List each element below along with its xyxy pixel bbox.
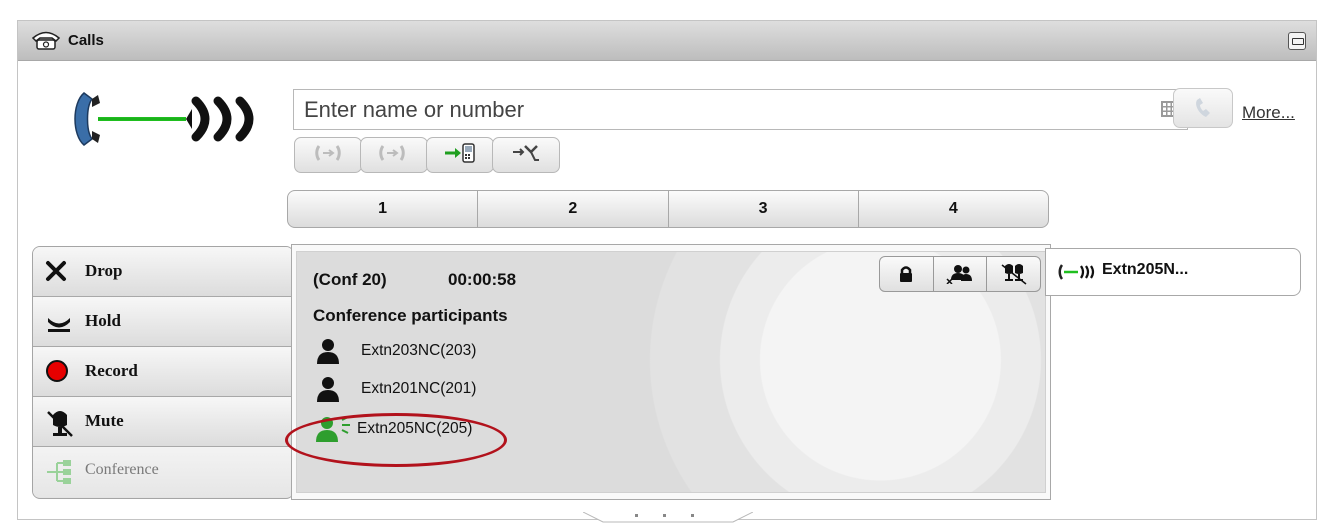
call-connected-icon (1058, 263, 1098, 286)
person-icon (315, 376, 341, 407)
call-tabs: 1 2 3 4 (287, 190, 1049, 228)
call-timer: 00:00:58 (448, 270, 517, 289)
participants-heading: Conference participants (313, 306, 508, 325)
search-input[interactable] (294, 90, 1124, 129)
drop-button[interactable]: Drop (33, 247, 293, 297)
record-label: Record (85, 361, 138, 380)
x-icon (45, 259, 67, 288)
tab-2[interactable]: 2 (478, 191, 669, 227)
hold-icon (45, 309, 73, 338)
transfer-to-mobile-icon (443, 142, 477, 169)
minimize-icon[interactable] (1288, 32, 1306, 50)
park-button[interactable] (492, 137, 560, 173)
pickup-button[interactable] (294, 137, 362, 173)
call-button[interactable] (1173, 88, 1233, 128)
mute-all-icon[interactable] (987, 257, 1040, 291)
participant-name: Extn201NC(201) (361, 380, 477, 397)
person-icon (315, 338, 341, 369)
active-call-card[interactable]: Extn205N... (1045, 248, 1301, 296)
conference-button[interactable]: Conference (33, 447, 293, 497)
phone-handset-icon (1193, 97, 1215, 124)
mute-label: Mute (85, 411, 124, 430)
phone-connected-icon (68, 79, 268, 164)
active-call-name: Extn205N... (1102, 261, 1189, 278)
lock-icon[interactable] (880, 257, 934, 291)
tab-1[interactable]: 1 (288, 191, 479, 227)
title-bar: Calls (18, 21, 1316, 61)
transfer-icon (379, 144, 409, 167)
mute-icon (45, 409, 75, 444)
conference-label: Conference (85, 461, 159, 478)
tab-3[interactable]: 3 (669, 191, 859, 227)
drop-label: Drop (85, 261, 123, 280)
conference-pane: (Conf 20) 00:00:58 Conference participan… (285, 244, 1051, 500)
transfer-to-mobile-button[interactable] (426, 137, 494, 173)
speaking-highlight (285, 413, 507, 467)
park-icon (511, 142, 541, 169)
conference-icon (45, 459, 73, 490)
hold-label: Hold (85, 311, 121, 330)
hold-button[interactable]: Hold (33, 297, 293, 347)
more-link[interactable]: More... (1242, 103, 1295, 123)
resize-handle[interactable] (582, 511, 754, 529)
mute-button[interactable]: Mute (33, 397, 293, 447)
telephone-icon (30, 29, 62, 56)
pickup-icon (315, 144, 341, 167)
record-icon (45, 359, 69, 388)
tab-4[interactable]: 4 (859, 191, 1048, 227)
conference-tools (879, 256, 1041, 292)
record-button[interactable]: Record (33, 347, 293, 397)
transfer-button[interactable] (360, 137, 428, 173)
conference-id: (Conf 20) (313, 270, 387, 289)
call-actions: Drop Hold Record Mute Conference (32, 246, 294, 499)
search-box (293, 89, 1188, 130)
remove-participant-icon[interactable] (934, 257, 988, 291)
window-title: Calls (68, 32, 104, 49)
calls-panel: Calls Enter name or number More... 1 2 3… (17, 20, 1317, 523)
participant-name: Extn203NC(203) (361, 342, 477, 359)
